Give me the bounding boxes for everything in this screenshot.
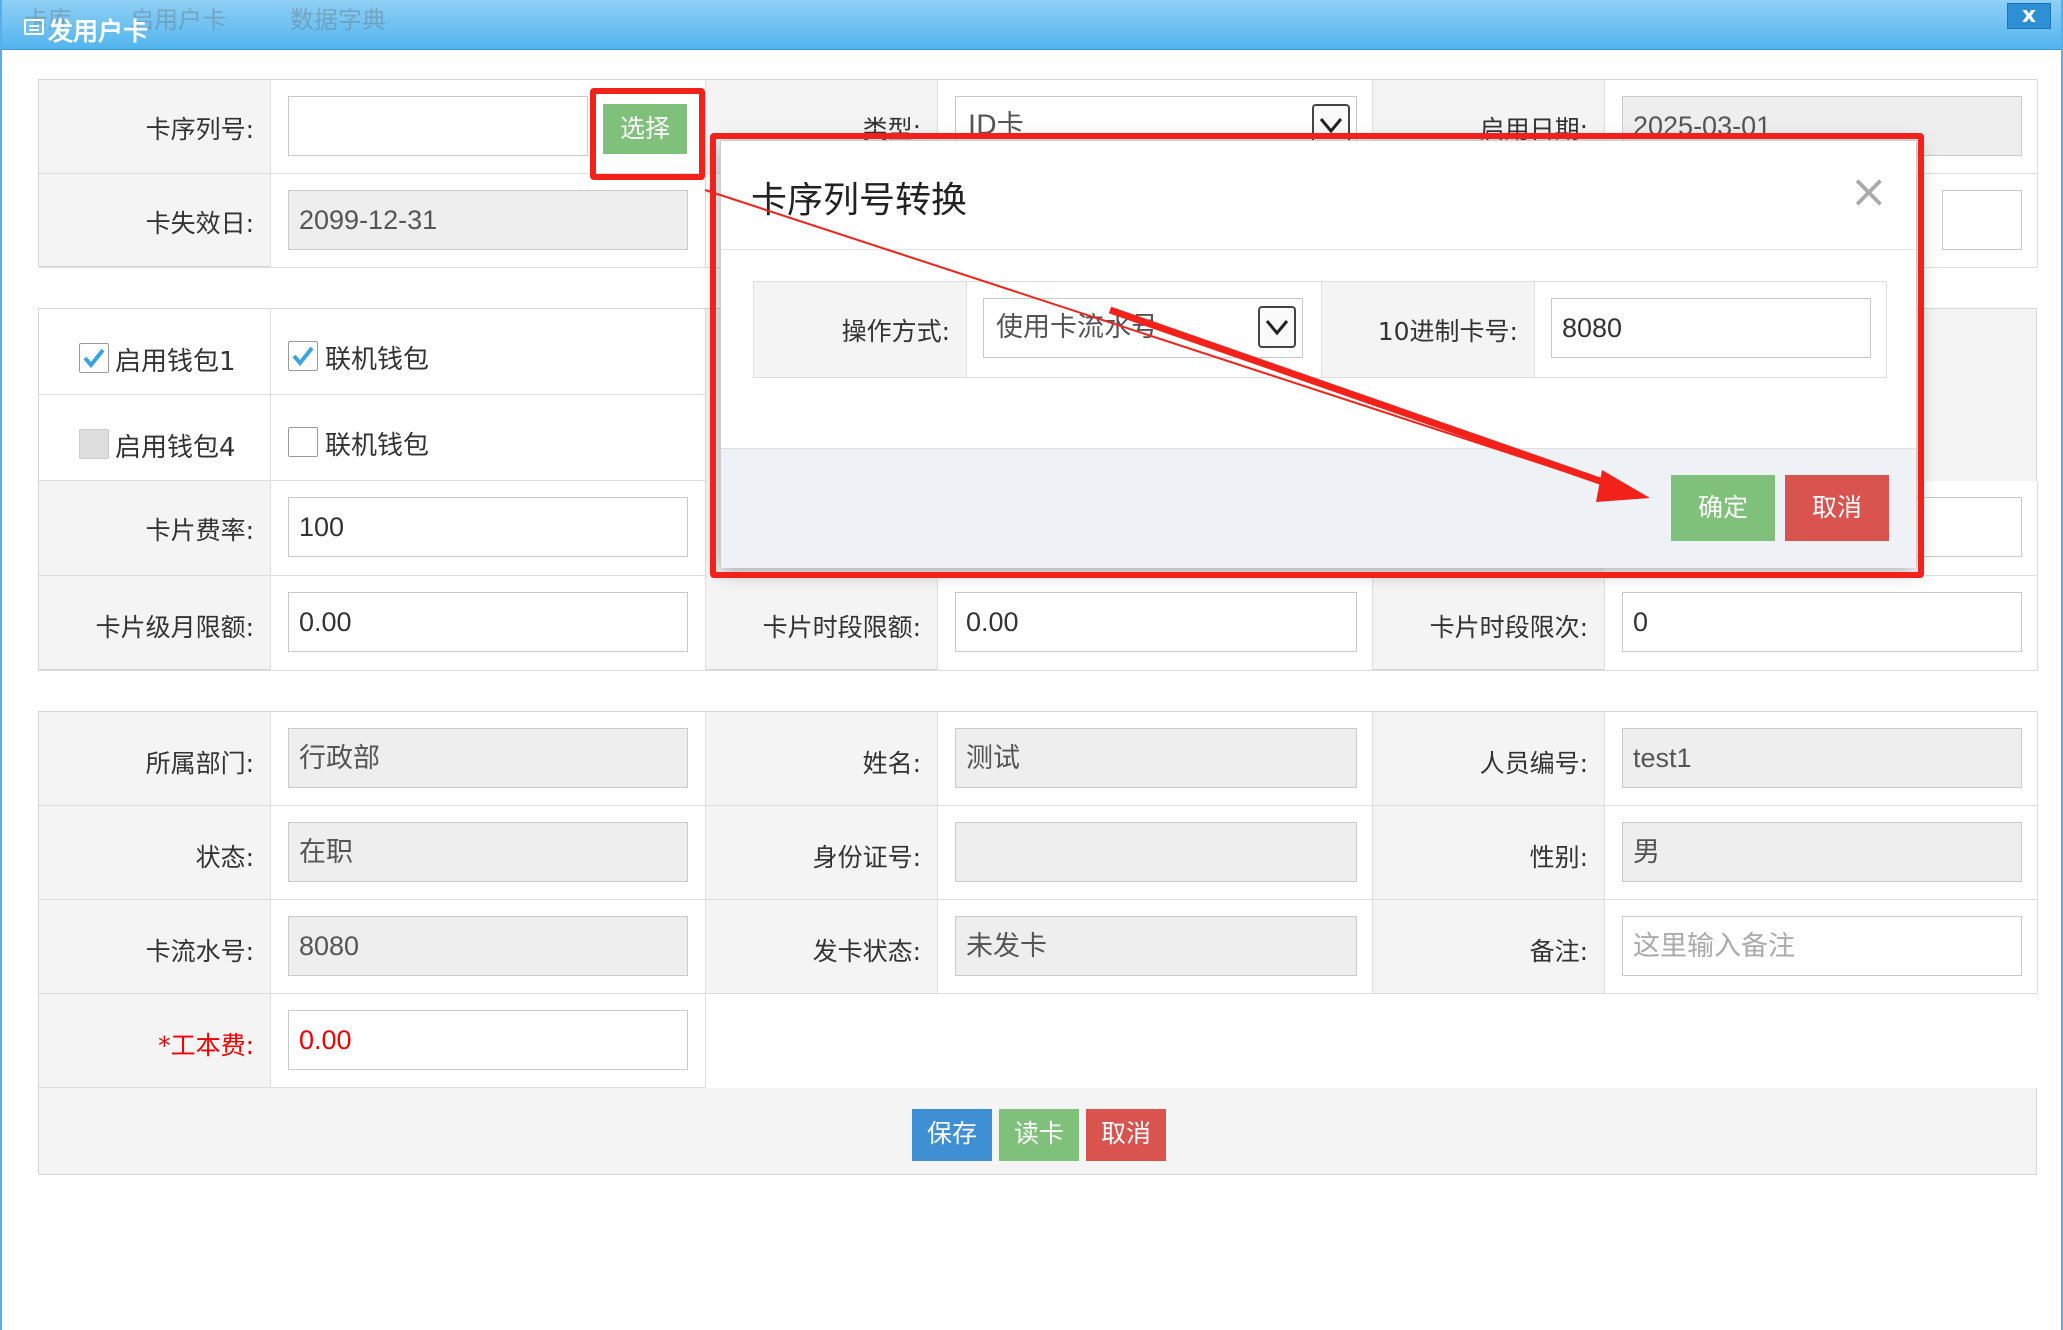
annotation-thick-line — [1108, 306, 1622, 492]
annotation-arrowhead — [1596, 470, 1650, 502]
screen: 卡库 启用户卡 数据字典 发用户卡 x 卡序列号: 选择 类型: ID卡 启用日… — [0, 0, 2063, 1330]
annotation-arrow — [704, 189, 1650, 502]
annotation-thin-line — [704, 189, 1623, 491]
